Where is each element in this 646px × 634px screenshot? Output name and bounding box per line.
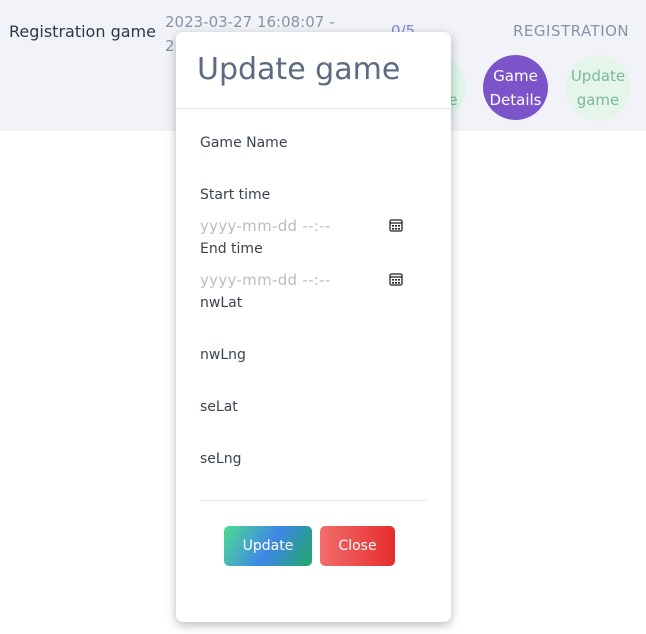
start-time-input[interactable]: yyyy-mm-dd --:-- [200, 215, 403, 237]
start-time-label: Start time [200, 187, 271, 203]
game-name-label: Game Name [200, 135, 288, 151]
end-time-label: End time [200, 241, 263, 257]
end-time-input[interactable]: yyyy-mm-dd --:-- [200, 269, 403, 291]
game-details-line1: Game [493, 66, 538, 85]
game-details-line2: Details [489, 90, 542, 109]
selng-label: seLng [200, 451, 242, 467]
update-game-modal: Update game Game Name Start time yyyy-mm… [176, 32, 451, 622]
game-name-cell: Registration game [9, 22, 156, 41]
game-name-input[interactable] [200, 154, 427, 176]
update-game-line1: Update [570, 67, 626, 85]
update-button[interactable]: Update [224, 526, 312, 566]
nwlat-input[interactable] [200, 314, 427, 336]
calendar-icon[interactable] [389, 218, 403, 232]
game-details-button[interactable]: Game Details [483, 55, 548, 120]
game-time-line1: 2023-03-27 16:08:07 - [165, 13, 335, 31]
end-time-placeholder: yyyy-mm-dd --:-- [200, 271, 331, 289]
calendar-icon[interactable] [389, 272, 403, 286]
selat-input[interactable] [200, 418, 427, 440]
update-game-line2: game [576, 91, 620, 109]
start-time-placeholder: yyyy-mm-dd --:-- [200, 217, 331, 235]
nwlng-label: nwLng [200, 347, 246, 363]
nwlng-input[interactable] [200, 366, 427, 388]
selat-label: seLat [200, 399, 238, 415]
update-game-row-button[interactable]: Update game [565, 55, 631, 121]
status-cell: REGISTRATION [513, 22, 630, 40]
nwlat-label: nwLat [200, 295, 243, 311]
close-button[interactable]: Close [320, 526, 395, 566]
selng-input[interactable] [200, 470, 427, 492]
modal-title: Update game [197, 52, 401, 87]
modal-footer-divider [200, 500, 427, 501]
page: Registration game 2023-03-27 16:08:07 - … [0, 0, 646, 634]
modal-header: Update game [176, 32, 451, 109]
